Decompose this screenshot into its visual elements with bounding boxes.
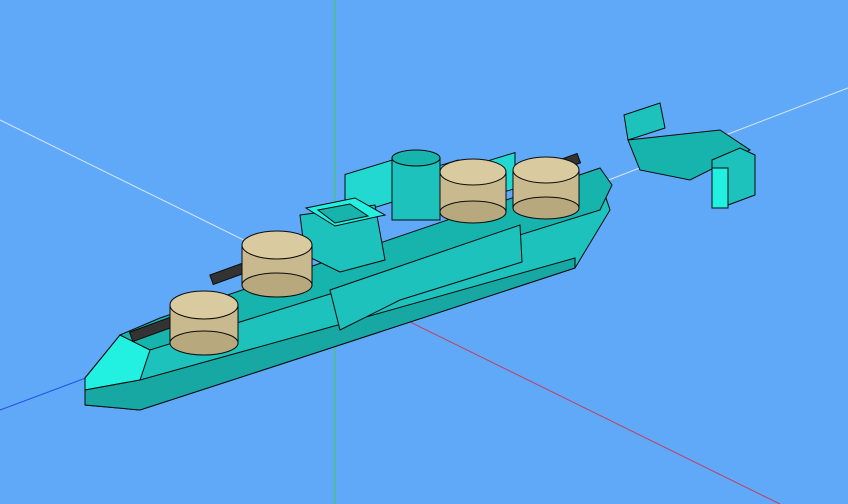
stern-cap-face xyxy=(711,167,729,209)
scene-canvas[interactable] xyxy=(0,0,848,504)
warship-model[interactable] xyxy=(84,102,756,411)
turret-2 xyxy=(209,230,313,298)
turret-4 xyxy=(512,152,582,220)
turret-3 xyxy=(439,158,507,224)
3d-viewport[interactable] xyxy=(0,0,848,504)
funnel xyxy=(391,157,441,221)
funnel-top xyxy=(391,149,441,167)
stern-block xyxy=(623,102,666,141)
